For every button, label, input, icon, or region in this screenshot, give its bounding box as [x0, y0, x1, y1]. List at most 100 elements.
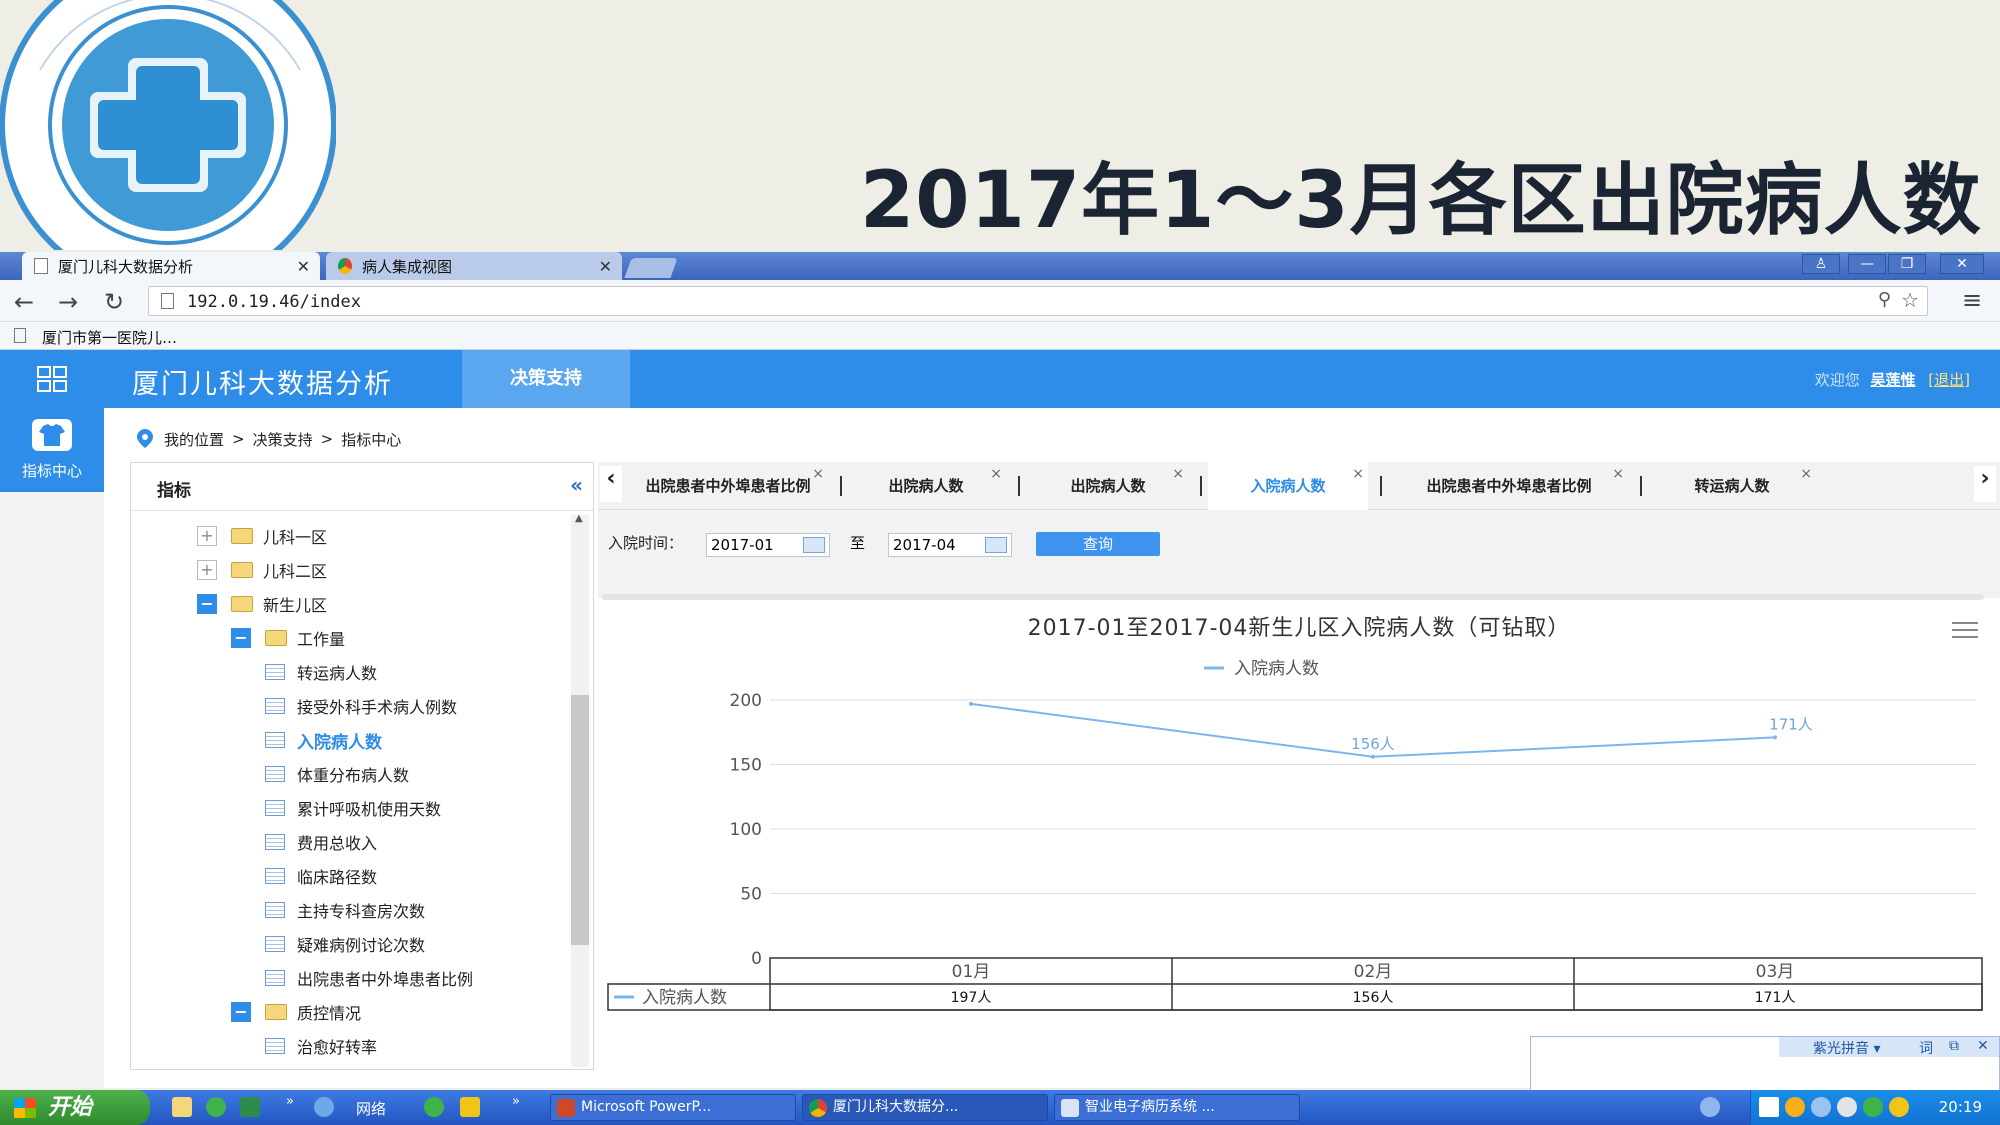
tray-icon[interactable] [1837, 1097, 1857, 1117]
tree-item[interactable]: 主持专科查房次数 [265, 893, 425, 927]
tree-item[interactable]: − 质控情况 [231, 995, 361, 1029]
tree-item[interactable]: 临床路径数 [265, 859, 377, 893]
tab-scroll-right-icon[interactable]: › [1974, 466, 1996, 502]
tree-item[interactable]: 接受外科手术病人例数 [265, 689, 457, 723]
close-icon[interactable]: × [1352, 450, 1364, 498]
document-icon [265, 902, 285, 918]
tray-icon[interactable] [1785, 1097, 1805, 1117]
expand-icon[interactable]: » [286, 1094, 294, 1109]
page-tab[interactable]: 入院病人数 × [1208, 462, 1368, 510]
scroll-thumb[interactable] [571, 695, 589, 945]
tray-icon[interactable] [1863, 1097, 1883, 1117]
calendar-icon[interactable] [803, 537, 825, 553]
folder-icon[interactable] [172, 1097, 192, 1117]
tree-item[interactable]: 费用总收入 [265, 825, 377, 859]
collapse-icon[interactable]: − [231, 628, 251, 648]
nav-tab-decision-support[interactable]: 决策支持 [462, 350, 630, 408]
tray-icon[interactable] [1889, 1097, 1909, 1117]
bookmark-item[interactable]: 厦门市第一医院儿… [42, 327, 177, 348]
x-tick-label: 02月 [1354, 962, 1393, 982]
data-point [1371, 754, 1375, 759]
grid-menu-icon[interactable] [0, 350, 104, 408]
tree-item[interactable]: 体重分布病人数 [265, 757, 409, 791]
close-icon[interactable]: ✕ [297, 257, 310, 276]
tree-item[interactable]: 治愈好转率 [265, 1029, 377, 1063]
page-tab[interactable]: 出院患者中外埠患者比例 × [1390, 462, 1628, 510]
user-link[interactable]: 吴莲惟 [1870, 371, 1915, 389]
tree-item[interactable]: + 儿科二区 [197, 553, 327, 587]
logout-link[interactable]: [退出] [1928, 371, 1970, 389]
expand-icon[interactable]: + [197, 560, 217, 580]
tree-scrollbar[interactable]: ▲ [571, 513, 589, 1067]
taskbar-item[interactable]: Microsoft PowerP... [550, 1094, 796, 1121]
back-icon[interactable]: ← [14, 288, 34, 316]
tree-item[interactable]: 转运病人数 [265, 655, 377, 689]
quick-launch-icon[interactable] [424, 1097, 444, 1117]
close-icon[interactable]: × [1800, 450, 1812, 498]
document-icon [265, 834, 285, 850]
tray-icon[interactable] [1811, 1097, 1831, 1117]
ime-name[interactable]: 紫光拼音 ▾ [1813, 1038, 1880, 1058]
quick-launch-icon[interactable] [240, 1097, 260, 1117]
close-icon[interactable]: × [812, 450, 824, 498]
page-tab[interactable]: 出院病人数 × [846, 462, 1006, 510]
collapse-icon[interactable]: − [231, 1002, 251, 1022]
address-bar[interactable]: 192.0.19.46/index ⚲ ☆ [148, 286, 1928, 316]
tree-item[interactable]: 出院患者中外埠患者比例 [265, 961, 473, 995]
close-icon[interactable]: × [1612, 450, 1624, 498]
breadcrumb-item[interactable]: 指标中心 [341, 429, 401, 450]
date-from-input[interactable]: 2017-01 [706, 533, 830, 557]
collapse-panel-button[interactable]: « [570, 473, 583, 497]
tree-item[interactable]: 入院病人数 [265, 723, 382, 757]
calendar-icon[interactable] [985, 537, 1007, 553]
expand-icon[interactable]: » [512, 1094, 520, 1109]
page-tab[interactable]: 出院患者中外埠患者比例 × [628, 462, 828, 510]
url-text: 192.0.19.46/index [187, 292, 361, 312]
tree-item[interactable]: 累计呼吸机使用天数 [265, 791, 441, 825]
user-icon[interactable]: ♙ [1802, 254, 1840, 274]
tree-item-label: 出院患者中外埠患者比例 [297, 970, 474, 989]
ime-icon[interactable] [1759, 1097, 1779, 1117]
expand-icon[interactable]: + [197, 526, 217, 546]
ime-button[interactable]: 词 [1919, 1038, 1933, 1058]
shirt-icon [32, 419, 72, 451]
tree-item[interactable]: + 儿科一区 [197, 519, 327, 553]
scroll-up-icon[interactable]: ▲ [575, 513, 583, 524]
ime-button[interactable]: ⧉ [1949, 1038, 1959, 1054]
taskbar-item[interactable]: 智业电子病历系统 ... [1054, 1094, 1300, 1121]
menu-icon[interactable]: ≡ [1962, 286, 1982, 314]
breadcrumb-item[interactable]: 决策支持 [253, 429, 313, 450]
key-icon[interactable]: ⚲ [1878, 289, 1891, 310]
ime-close-icon[interactable]: ✕ [1977, 1038, 1989, 1054]
network-label[interactable]: 网络 [356, 1098, 386, 1119]
minimize-button[interactable]: — [1848, 254, 1886, 274]
tree-item[interactable]: − 工作量 [231, 621, 345, 655]
tab-scroll-left-icon[interactable]: ‹ [600, 466, 622, 502]
anchor-icon[interactable] [1700, 1097, 1720, 1117]
close-icon[interactable]: × [1172, 450, 1184, 498]
query-button[interactable]: 查询 [1036, 532, 1160, 556]
quick-launch-icon[interactable] [206, 1097, 226, 1117]
close-icon[interactable]: ✕ [599, 257, 612, 276]
new-tab-button[interactable] [624, 258, 678, 278]
folder-icon [231, 528, 253, 544]
collapse-icon[interactable]: − [197, 594, 217, 614]
date-to-input[interactable]: 2017-04 [888, 533, 1012, 557]
quick-launch-icon[interactable] [314, 1097, 334, 1117]
close-icon[interactable]: × [990, 450, 1002, 498]
anchor-icon[interactable] [460, 1097, 480, 1117]
rail-item-indicator-center[interactable]: 指标中心 [0, 408, 104, 492]
browser-tab[interactable]: 病人集成视图 ✕ [326, 252, 622, 280]
reload-icon[interactable]: ↻ [104, 288, 124, 316]
close-window-button[interactable]: ✕ [1940, 254, 1984, 274]
start-button[interactable]: 开始 [0, 1090, 150, 1125]
page-tab[interactable]: 出院病人数 × [1028, 462, 1188, 510]
restore-button[interactable]: ❐ [1888, 254, 1926, 274]
browser-tab-active[interactable]: 厦门儿科大数据分析 ✕ [22, 252, 320, 280]
star-icon[interactable]: ☆ [1901, 288, 1919, 312]
tree-item[interactable]: − 新生儿区 [197, 587, 327, 621]
page-tab[interactable]: 转运病人数 × [1648, 462, 1816, 510]
taskbar-item[interactable]: 厦门儿科大数据分... [802, 1094, 1048, 1121]
tree-item[interactable]: 疑难病例讨论次数 [265, 927, 425, 961]
forward-icon[interactable]: → [58, 288, 78, 316]
